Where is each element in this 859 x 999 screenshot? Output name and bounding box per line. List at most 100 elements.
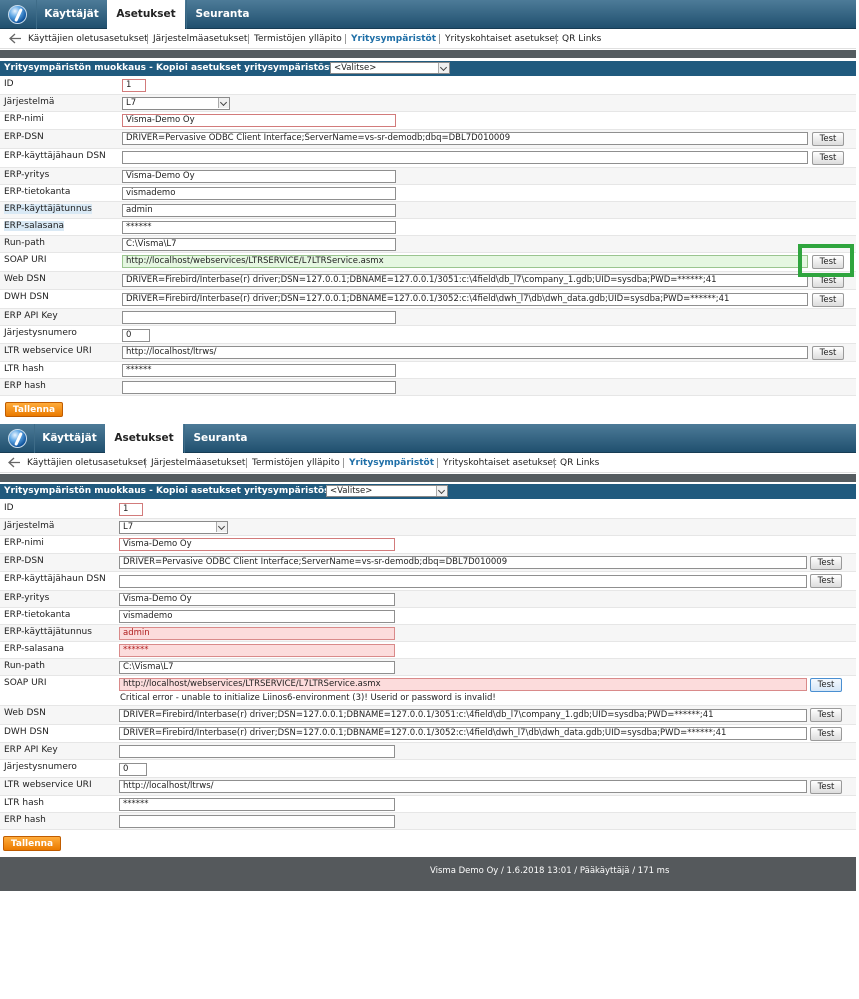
erp-dsn-test-button[interactable]: Test xyxy=(810,556,842,570)
back-arrow-icon[interactable] xyxy=(8,457,21,468)
web-dsn-test-button[interactable]: Test xyxy=(810,708,842,722)
subnav-separator xyxy=(145,458,146,468)
tab-kayttajat[interactable]: Käyttäjät xyxy=(36,0,106,29)
web-dsn-field[interactable]: DRIVER=Firebird/Interbase(r) driver;DSN=… xyxy=(119,709,807,722)
subnav-termistojen-yllapito[interactable]: Termistöjen ylläpito xyxy=(252,453,340,473)
subnav-yritysymparistot[interactable]: Yritysympäristöt xyxy=(351,29,436,49)
tab-seuranta[interactable]: Seuranta xyxy=(186,0,258,29)
id-field[interactable]: 1 xyxy=(122,79,146,92)
app-logo-icon[interactable] xyxy=(8,5,27,24)
subnav-separator xyxy=(345,34,346,44)
form-row-erp-nimi: ERP-nimi Visma-Demo Oy xyxy=(0,112,856,130)
erp-salasana-field[interactable]: ****** xyxy=(122,221,396,234)
dwh-dsn-test-button[interactable]: Test xyxy=(810,727,842,741)
ltr-webservice-uri-test-button[interactable]: Test xyxy=(812,346,844,360)
erp-dsn-field[interactable]: DRIVER=Pervasive ODBC Client Interface;S… xyxy=(119,556,807,569)
erp-salasana-field[interactable]: ****** xyxy=(119,644,395,657)
form-row-jarjestysnumero: Järjestysnumero 0 xyxy=(0,760,856,778)
id-field[interactable]: 1 xyxy=(119,503,143,516)
tab-asetukset[interactable]: Asetukset xyxy=(107,0,185,30)
erp-dsn-test-button[interactable]: Test xyxy=(812,132,844,146)
subnav-separator xyxy=(246,458,247,468)
erp-kayttajahaun-dsn-test-button[interactable]: Test xyxy=(810,574,842,588)
erp-kayttajahaun-dsn-field[interactable] xyxy=(119,575,807,588)
form-row-erp-dsn: ERP-DSN DRIVER=Pervasive ODBC Client Int… xyxy=(0,130,856,149)
subnav-qr-links[interactable]: QR Links xyxy=(562,29,601,49)
jarjestysnumero-field[interactable]: 0 xyxy=(122,329,150,342)
label-erp-kayttajahaun-dsn: ERP-käyttäjähaun DSN xyxy=(4,151,106,161)
tab-kayttajat[interactable]: Käyttäjät xyxy=(34,424,104,453)
erp-kayttajahaun-dsn-test-button[interactable]: Test xyxy=(812,151,844,165)
jarjestysnumero-field[interactable]: 0 xyxy=(119,763,147,776)
tab-asetukset[interactable]: Asetukset xyxy=(105,424,183,454)
subnav-jarjestelmaasetukset[interactable]: Järjestelmäasetukset xyxy=(153,29,247,49)
back-arrow-icon[interactable] xyxy=(9,33,22,44)
run-path-field[interactable]: C:\Visma\L7 xyxy=(122,238,396,251)
save-button[interactable]: Tallenna xyxy=(5,402,63,417)
copy-from-select[interactable]: <Valitse> xyxy=(326,485,448,497)
subnav-qr-links[interactable]: QR Links xyxy=(560,453,599,473)
subnav-separator xyxy=(343,458,344,468)
subnav-kayttajien-oletusasetukset[interactable]: Käyttäjien oletusasetukset xyxy=(27,453,147,473)
soap-uri-field[interactable]: http://localhost/webservices/LTRSERVICE/… xyxy=(119,678,807,691)
label-erp-hash: ERP hash xyxy=(4,815,46,825)
form-row-erp-yritys: ERP-yritys Visma-Demo Oy xyxy=(0,168,856,185)
sub-nav: Käyttäjien oletusasetukset Järjestelmäas… xyxy=(0,29,856,49)
form-row-id: ID 1 xyxy=(0,501,856,519)
erp-hash-field[interactable] xyxy=(119,815,395,828)
subnav-yrityskohtaiset-asetukset[interactable]: Yrityskohtaiset asetukset xyxy=(445,29,558,49)
chevron-down-icon xyxy=(216,522,227,532)
label-ltr-hash: LTR hash xyxy=(4,364,44,374)
erp-hash-field[interactable] xyxy=(122,381,396,394)
erp-dsn-field[interactable]: DRIVER=Pervasive ODBC Client Interface;S… xyxy=(122,132,808,145)
erp-kayttajahaun-dsn-field[interactable] xyxy=(122,151,808,164)
jarjestelma-select[interactable]: L7 xyxy=(122,97,230,110)
label-id: ID xyxy=(4,503,14,513)
erp-tietokanta-field[interactable]: vismademo xyxy=(119,610,395,623)
jarjestelma-select[interactable]: L7 xyxy=(119,521,228,534)
form-row-id: ID 1 xyxy=(0,77,856,95)
label-erp-salasana: ERP-salasana xyxy=(4,221,65,231)
form-header-title: Yritysympäristön muokkaus - Kopioi asetu… xyxy=(4,63,344,73)
dwh-dsn-field[interactable]: DRIVER=Firebird/Interbase(r) driver;DSN=… xyxy=(122,293,808,306)
web-dsn-field[interactable]: DRIVER=Firebird/Interbase(r) driver;DSN=… xyxy=(122,274,808,287)
tab-seuranta[interactable]: Seuranta xyxy=(184,424,256,453)
erp-yritys-field[interactable]: Visma-Demo Oy xyxy=(119,593,395,606)
ltr-hash-field[interactable]: ****** xyxy=(119,798,395,811)
ltr-webservice-uri-field[interactable]: http://localhost/ltrws/ xyxy=(119,780,807,793)
chevron-down-icon xyxy=(218,98,229,108)
subnav-jarjestelmaasetukset[interactable]: Järjestelmäasetukset xyxy=(151,453,245,473)
ltr-webservice-uri-field[interactable]: http://localhost/ltrws/ xyxy=(122,346,808,359)
erp-nimi-field[interactable]: Visma-Demo Oy xyxy=(122,114,396,127)
erp-yritys-field[interactable]: Visma-Demo Oy xyxy=(122,170,396,183)
subnav-yritysymparistot[interactable]: Yritysympäristöt xyxy=(349,453,434,473)
ltr-hash-field[interactable]: ****** xyxy=(122,364,396,377)
form-row-ltr-webservice-uri: LTR webservice URI http://localhost/ltrw… xyxy=(0,778,856,796)
erp-tietokanta-field[interactable]: vismademo xyxy=(122,187,396,200)
soap-uri-test-button[interactable]: Test xyxy=(810,678,842,692)
copy-from-select[interactable]: <Valitse> xyxy=(330,62,450,74)
erp-kayttajatunnus-field[interactable]: admin xyxy=(122,204,396,217)
erp-api-key-field[interactable] xyxy=(122,311,396,324)
subnav-yrityskohtaiset-asetukset[interactable]: Yrityskohtaiset asetukset xyxy=(443,453,556,473)
label-ltr-webservice-uri: LTR webservice URI xyxy=(4,346,92,356)
form-row-ltr-hash: LTR hash ****** xyxy=(0,362,856,379)
label-ltr-hash: LTR hash xyxy=(4,798,44,808)
run-path-field[interactable]: C:\Visma\L7 xyxy=(119,661,395,674)
dwh-dsn-field[interactable]: DRIVER=Firebird/Interbase(r) driver;DSN=… xyxy=(119,727,807,740)
dwh-dsn-test-button[interactable]: Test xyxy=(812,293,844,307)
ltr-webservice-uri-test-button[interactable]: Test xyxy=(810,780,842,794)
erp-api-key-field[interactable] xyxy=(119,745,395,758)
app-logo-icon[interactable] xyxy=(8,429,27,448)
form-row-erp-salasana: ERP-salasana ****** xyxy=(0,219,856,236)
soap-uri-field[interactable]: http://localhost/webservices/LTRSERVICE/… xyxy=(122,255,808,268)
label-dwh-dsn: DWH DSN xyxy=(4,727,49,737)
label-erp-yritys: ERP-yritys xyxy=(4,170,50,180)
erp-kayttajatunnus-field[interactable]: admin xyxy=(119,627,395,640)
erp-nimi-field[interactable]: Visma-Demo Oy xyxy=(119,538,395,551)
divider-bar xyxy=(0,50,856,58)
subnav-separator xyxy=(554,458,555,468)
subnav-kayttajien-oletusasetukset[interactable]: Käyttäjien oletusasetukset xyxy=(28,29,148,49)
save-button[interactable]: Tallenna xyxy=(3,836,61,851)
subnav-termistojen-yllapito[interactable]: Termistöjen ylläpito xyxy=(254,29,342,49)
